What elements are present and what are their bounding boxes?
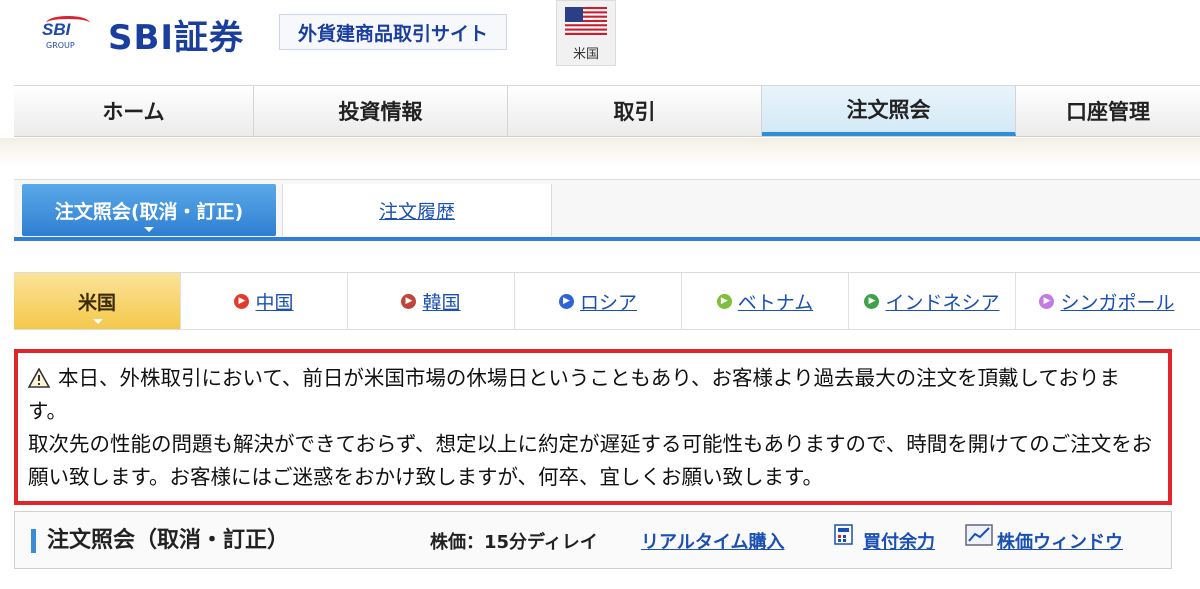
site-label: 外貨建商品取引サイト bbox=[279, 14, 507, 50]
arrow-right-icon: ▶ bbox=[234, 293, 250, 309]
section-title: 注文照会（取消・訂正） bbox=[47, 528, 290, 553]
warning-icon bbox=[28, 368, 50, 388]
nav-account-management[interactable]: 口座管理 bbox=[1016, 86, 1200, 136]
market-tab-label: ロシア bbox=[579, 291, 637, 314]
market-tabs: 米国 ▶ 中国 ▶ 韓国 ▶ ロシア ▶ ベトナム ▶ インドネシア ▶ シンガ… bbox=[14, 272, 1200, 330]
arrow-right-icon: ▶ bbox=[716, 293, 732, 309]
site-header: SBI GROUP SBI証券 外貨建商品取引サイト 米国 bbox=[0, 0, 1200, 85]
market-tab-label: 韓国 bbox=[422, 291, 461, 314]
market-tab-china[interactable]: ▶ 中国 bbox=[181, 273, 348, 329]
market-tab-russia[interactable]: ▶ ロシア bbox=[515, 273, 682, 329]
nav-shadow-band bbox=[0, 138, 1200, 166]
market-tab-label: ベトナム bbox=[737, 291, 814, 314]
nav-home[interactable]: ホーム bbox=[14, 86, 254, 136]
country-selector[interactable]: 米国 bbox=[556, 0, 616, 66]
country-label: 米国 bbox=[572, 47, 599, 62]
chart-window-icon[interactable] bbox=[965, 524, 993, 546]
nav-investment-info[interactable]: 投資情報 bbox=[254, 86, 508, 136]
tab-order-history[interactable]: 注文履歴 bbox=[282, 184, 552, 236]
market-tab-korea[interactable]: ▶ 韓国 bbox=[348, 273, 515, 329]
logo-group-text: GROUP bbox=[46, 41, 75, 50]
us-flag-icon bbox=[565, 7, 607, 35]
brand-name[interactable]: SBI証券 bbox=[108, 10, 244, 59]
notice-box: 本日、外株取引において、前日が米国市場の休場日ということもあり、お客様より過去最… bbox=[14, 349, 1172, 505]
market-tab-label: 中国 bbox=[255, 291, 294, 314]
arrow-right-icon: ▶ bbox=[558, 293, 574, 309]
market-tab-singapore[interactable]: ▶ シンガポール bbox=[1016, 273, 1198, 329]
notice-line-1: 本日、外株取引において、前日が米国市場の休場日ということもあり、お客様より過去最… bbox=[28, 362, 1158, 428]
nav-trade[interactable]: 取引 bbox=[508, 86, 762, 136]
tab-label: 注文照会(取消・訂正) bbox=[54, 200, 244, 223]
market-tab-label: 米国 bbox=[77, 291, 116, 314]
tab-order-inquiry-cancel-modify[interactable]: 注文照会(取消・訂正) bbox=[22, 184, 276, 236]
notice-text-2: 取次先の性能の問題も解決ができておらず、想定以上に約定が遅延する可能性もあります… bbox=[28, 432, 1153, 489]
price-window-link[interactable]: 株価ウィンドウ bbox=[997, 528, 1123, 554]
arrow-right-icon: ▶ bbox=[864, 293, 880, 309]
logo-text: SBI bbox=[42, 20, 71, 39]
sbi-group-logo[interactable]: SBI GROUP bbox=[40, 14, 90, 54]
market-tab-indonesia[interactable]: ▶ インドネシア bbox=[849, 273, 1016, 329]
market-tab-label: シンガポール bbox=[1060, 291, 1175, 314]
realtime-purchase-link[interactable]: リアルタイム購入 bbox=[641, 528, 784, 554]
notice-text-1: 本日、外株取引において、前日が米国市場の休場日ということもあり、お客様より過去最… bbox=[28, 366, 1120, 423]
calculator-icon[interactable] bbox=[833, 524, 855, 546]
market-tab-label: インドネシア bbox=[885, 291, 1000, 314]
market-tab-vietnam[interactable]: ▶ ベトナム bbox=[682, 273, 849, 329]
market-tab-us[interactable]: 米国 bbox=[14, 273, 181, 329]
price-delay-note: 株価：15分ディレイ bbox=[430, 532, 598, 553]
caret-down-icon bbox=[144, 227, 154, 232]
caret-down-icon bbox=[93, 319, 103, 324]
sub-tabs: 注文照会(取消・訂正) 注文履歴 bbox=[14, 179, 1200, 241]
arrow-right-icon: ▶ bbox=[1039, 293, 1055, 309]
tab-underline bbox=[14, 237, 1200, 241]
buying-power-link[interactable]: 買付余力 bbox=[863, 528, 935, 554]
arrow-right-icon: ▶ bbox=[401, 293, 417, 309]
nav-order-inquiry[interactable]: 注文照会 bbox=[762, 86, 1016, 136]
main-nav: ホーム 投資情報 取引 注文照会 口座管理 bbox=[14, 85, 1200, 137]
section-header-bar: 注文照会（取消・訂正） 株価：15分ディレイ リアルタイム購入 買付余力 株価ウ… bbox=[14, 511, 1172, 569]
section-accent-bar bbox=[31, 529, 36, 553]
